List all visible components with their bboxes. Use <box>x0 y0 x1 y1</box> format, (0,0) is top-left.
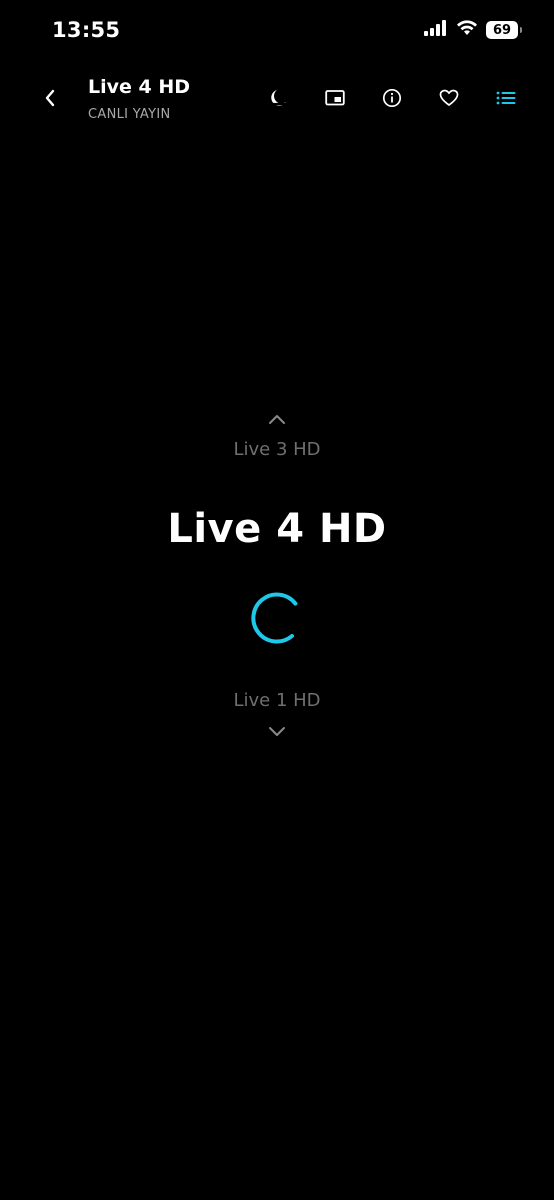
previous-channel-label[interactable]: Live 3 HD <box>0 439 554 460</box>
wifi-icon <box>456 20 478 40</box>
current-channel-title: Live 4 HD <box>167 506 387 552</box>
info-icon <box>382 88 402 112</box>
favorite-heart-icon <box>439 89 459 111</box>
page-subtitle: CANLI YAYIN <box>88 107 171 122</box>
status-time: 13:55 <box>52 18 121 42</box>
signal-icon <box>424 20 448 40</box>
back-button[interactable] <box>36 86 64 114</box>
channel-list-icon <box>496 90 516 110</box>
info-button[interactable] <box>380 88 404 112</box>
chevron-down-icon <box>268 723 286 742</box>
channel-list-button[interactable] <box>494 88 518 112</box>
header-titles: Live 4 HD CANLI YAYIN <box>88 76 190 122</box>
status-icons: 69 <box>424 20 522 40</box>
battery-nub <box>520 27 522 33</box>
picture-in-picture-button[interactable] <box>323 88 347 112</box>
next-channel-label[interactable]: Live 1 HD <box>0 690 554 711</box>
page-title: Live 4 HD <box>88 76 191 98</box>
header-actions <box>266 88 518 112</box>
chevron-up-icon <box>268 410 286 429</box>
next-channel-button[interactable] <box>0 723 554 742</box>
sleep-timer-icon <box>268 88 288 112</box>
chevron-left-icon <box>43 88 57 112</box>
previous-channel-button[interactable] <box>0 410 554 429</box>
loading-spinner <box>0 588 554 652</box>
battery-icon: 69 <box>486 21 522 39</box>
loading-spinner-icon <box>247 588 307 652</box>
status-bar: 13:55 69 <box>0 0 554 64</box>
channel-switcher: Live 3 HD Live 4 HD Live 1 HD <box>0 410 554 742</box>
sleep-timer-button[interactable] <box>266 88 290 112</box>
favorite-button[interactable] <box>437 88 461 112</box>
battery-level: 69 <box>492 22 512 38</box>
header: Live 4 HD CANLI YAYIN <box>0 70 554 134</box>
picture-in-picture-icon <box>325 89 345 111</box>
